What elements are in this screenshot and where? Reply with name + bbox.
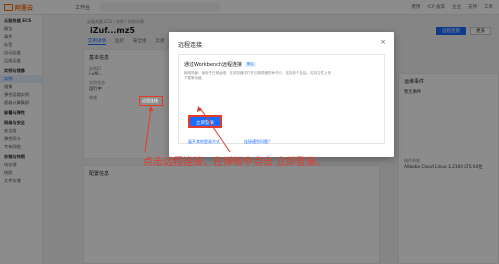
arrow-to-remote-connect	[144, 107, 152, 153]
arrow-head-remote-connect	[148, 106, 154, 111]
arrow-to-login-button	[199, 107, 231, 153]
instruction-annotation: 点击远程连接，在弹框中点击 立即登录。	[143, 157, 327, 168]
annotation-arrows	[144, 106, 231, 153]
